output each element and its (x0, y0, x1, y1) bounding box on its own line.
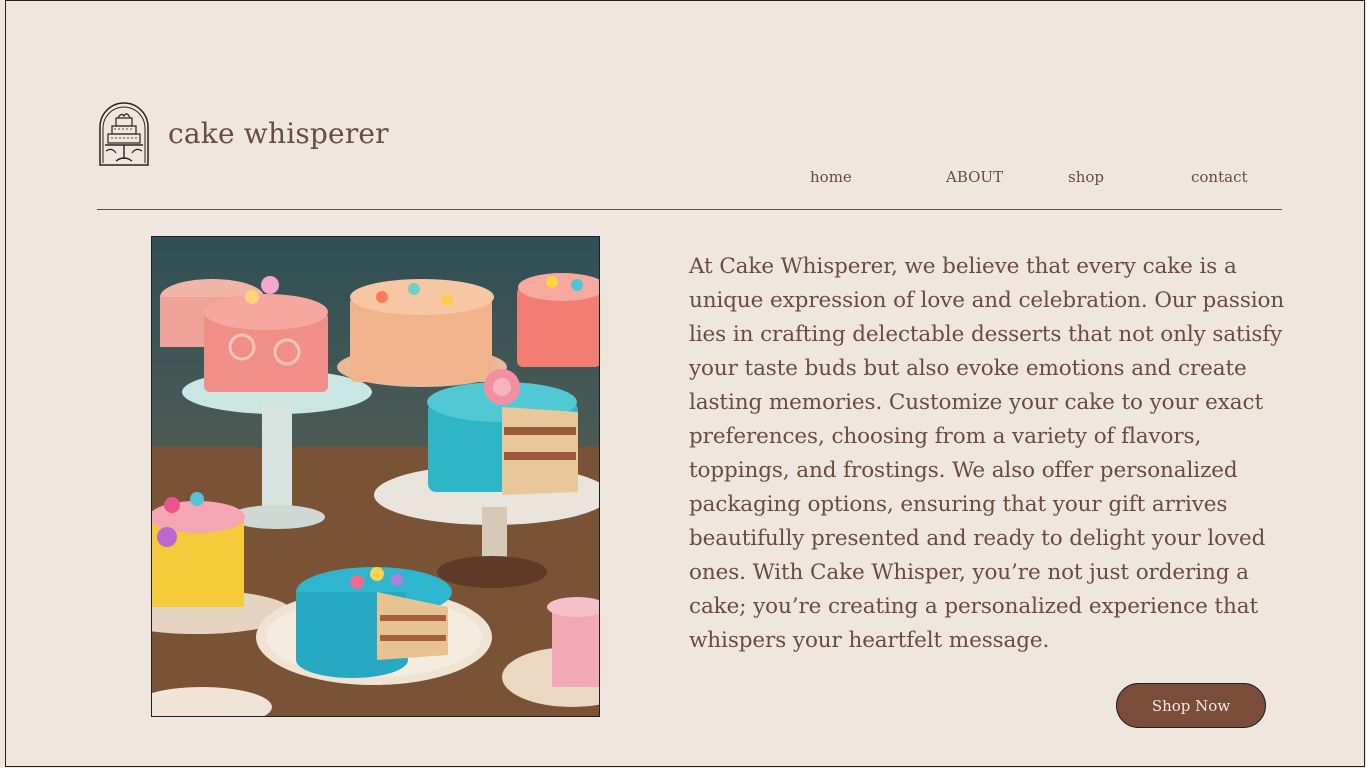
page-frame: cake whisperer home ABOUT shop contact A… (5, 0, 1365, 767)
nav-contact-link[interactable]: contact (1191, 168, 1248, 186)
cakes-hero-image (151, 236, 600, 717)
shop-now-button[interactable]: Shop Now (1116, 683, 1266, 728)
brand-name[interactable]: cake whisperer (168, 117, 389, 150)
nav-shop-link[interactable]: shop (1068, 168, 1104, 186)
nav-about-link[interactable]: ABOUT (946, 168, 1003, 186)
hero-description: At Cake Whisperer, we believe that every… (689, 254, 1285, 653)
cake-stand-logo-icon[interactable] (96, 101, 152, 167)
header-divider (97, 209, 1282, 210)
nav-home-link[interactable]: home (810, 168, 852, 186)
